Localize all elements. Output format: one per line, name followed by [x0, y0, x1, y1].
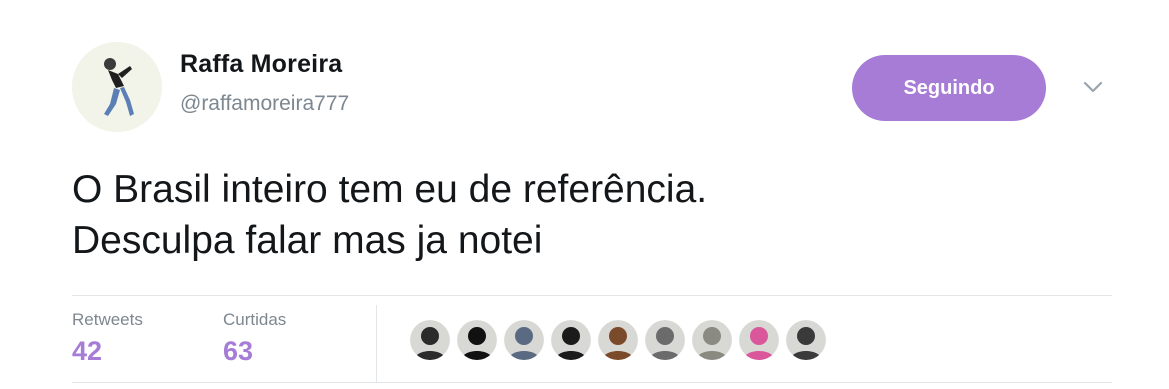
user-avatar-icon: [786, 320, 826, 360]
user-avatar-icon: [645, 320, 685, 360]
user-avatar-icon: [410, 320, 450, 360]
user-avatar-icon: [551, 320, 591, 360]
tweet-card: Raffa Moreira @raffamoreira777 Seguindo …: [0, 0, 1169, 389]
chevron-down-icon: [1083, 81, 1103, 93]
liker-avatar[interactable]: [739, 320, 779, 360]
likes-label: Curtidas: [223, 310, 287, 329]
retweets-count: 42: [72, 336, 103, 366]
liker-avatar[interactable]: [504, 320, 544, 360]
tweet-text-line: O Brasil inteiro tem eu de referência.: [72, 168, 708, 211]
user-avatar-icon: [457, 320, 497, 360]
liker-avatar[interactable]: [457, 320, 497, 360]
author-name[interactable]: Raffa Moreira: [180, 50, 342, 79]
liker-avatars: [410, 320, 826, 360]
author-handle[interactable]: @raffamoreira777: [180, 92, 349, 116]
divider: [72, 295, 1112, 296]
liker-avatar[interactable]: [692, 320, 732, 360]
user-avatar-icon: [598, 320, 638, 360]
stats-divider: [376, 305, 377, 383]
following-button[interactable]: Seguindo: [852, 55, 1046, 121]
divider: [72, 382, 1112, 383]
tweet-text: O Brasil inteiro tem eu de referência. D…: [72, 164, 707, 266]
user-avatar-icon: [739, 320, 779, 360]
liker-avatar[interactable]: [598, 320, 638, 360]
liker-avatar[interactable]: [786, 320, 826, 360]
likes-count: 63: [223, 336, 254, 366]
tweet-menu-button[interactable]: [1080, 76, 1106, 98]
user-avatar-icon: [692, 320, 732, 360]
liker-avatar[interactable]: [551, 320, 591, 360]
likes-stat[interactable]: Curtidas 63: [223, 310, 286, 367]
tweet-text-line: Desculpa falar mas ja notei: [72, 219, 543, 262]
retweets-stat[interactable]: Retweets 42: [72, 310, 143, 367]
person-figure-icon: [72, 42, 162, 132]
liker-avatar[interactable]: [410, 320, 450, 360]
retweets-label: Retweets: [72, 310, 143, 329]
user-avatar-icon: [504, 320, 544, 360]
author-avatar[interactable]: [72, 42, 162, 132]
liker-avatar[interactable]: [645, 320, 685, 360]
